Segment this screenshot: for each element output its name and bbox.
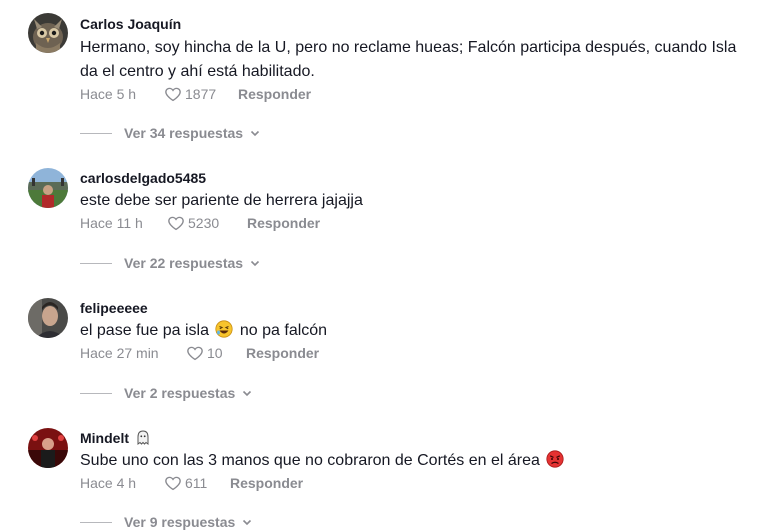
view-replies-button[interactable]: Ver 2 respuestas xyxy=(80,383,253,403)
view-replies-label: Ver 9 respuestas xyxy=(124,514,236,530)
chevron-down-icon xyxy=(243,519,252,526)
divider-line xyxy=(80,132,112,134)
view-replies-label: Ver 2 respuestas xyxy=(124,385,236,401)
comment-username[interactable]: felipeeeee xyxy=(80,299,148,317)
heart-icon xyxy=(165,87,181,102)
view-replies-button[interactable]: Ver 22 respuestas xyxy=(80,253,261,273)
comment-text: el pase fue pa isla no pa falcón xyxy=(80,319,755,343)
avatar[interactable] xyxy=(28,428,68,468)
comment-text-part: el pase fue pa isla xyxy=(80,322,209,339)
comment-text: Sube uno con las 3 manos que no cobraron… xyxy=(80,449,755,473)
avatar[interactable] xyxy=(28,168,68,208)
like-button[interactable]: 10 xyxy=(186,344,246,362)
reply-button[interactable]: Responder xyxy=(238,86,311,102)
reply-button[interactable]: Responder xyxy=(247,215,320,231)
divider-line xyxy=(80,392,112,394)
stadium-avatar-image xyxy=(28,168,68,208)
comment-time: Hace 5 h xyxy=(80,86,137,102)
comment-meta: Hace 5 h 1877 Responder xyxy=(80,84,311,104)
view-replies-button[interactable]: Ver 9 respuestas xyxy=(80,512,253,532)
comment-username[interactable]: Mindelt xyxy=(80,429,150,447)
view-replies-label: Ver 22 respuestas xyxy=(124,255,244,271)
heart-icon xyxy=(187,346,203,361)
chevron-down-icon xyxy=(251,130,260,137)
chevron-down-icon xyxy=(243,390,252,397)
comment-text: Hermano, soy hincha de la U, pero no rec… xyxy=(80,39,737,80)
laughing-emoji-icon xyxy=(215,320,234,338)
comment-time: Hace 11 h xyxy=(80,215,143,231)
red-scene-avatar-image xyxy=(28,428,68,468)
angry-face-emoji-icon xyxy=(546,450,564,468)
comment-meta: Hace 11 h 5230 Responder xyxy=(80,213,320,233)
reply-button[interactable]: Responder xyxy=(246,345,319,361)
like-button[interactable]: 611 xyxy=(164,474,230,492)
heart-icon xyxy=(165,476,181,491)
heart-icon xyxy=(168,216,184,231)
comment-time: Hace 4 h xyxy=(80,475,137,491)
like-button[interactable]: 5230 xyxy=(167,214,247,232)
comment-text: este debe ser pariente de herrera jajajj… xyxy=(80,192,363,209)
like-button[interactable]: 1877 xyxy=(164,85,238,103)
comment-text-part: Sube uno con las 3 manos que no cobraron… xyxy=(80,452,540,469)
divider-line xyxy=(80,521,112,523)
owl-avatar-image xyxy=(28,13,68,53)
avatar[interactable] xyxy=(28,298,68,338)
ghost-icon xyxy=(137,430,149,445)
like-count: 5230 xyxy=(188,215,220,231)
avatar[interactable] xyxy=(28,13,68,53)
comment-meta: Hace 27 min 10 Responder xyxy=(80,343,319,363)
like-count: 611 xyxy=(185,475,208,491)
comment-username[interactable]: Carlos Joaquín xyxy=(80,15,181,33)
divider-line xyxy=(80,262,112,264)
chevron-down-icon xyxy=(251,260,260,267)
view-replies-label: Ver 34 respuestas xyxy=(124,125,244,141)
reply-button[interactable]: Responder xyxy=(230,475,303,491)
comment-text-part: no pa falcón xyxy=(239,322,328,339)
like-count: 10 xyxy=(207,345,223,361)
view-replies-button[interactable]: Ver 34 respuestas xyxy=(80,123,261,143)
like-count: 1877 xyxy=(185,86,217,102)
portrait-avatar-image xyxy=(28,298,68,338)
comment-username[interactable]: carlosdelgado5485 xyxy=(80,169,206,187)
comment-meta: Hace 4 h 611 Responder xyxy=(80,473,303,493)
comment-time: Hace 27 min xyxy=(80,345,159,361)
username-label: Mindelt xyxy=(80,430,129,446)
